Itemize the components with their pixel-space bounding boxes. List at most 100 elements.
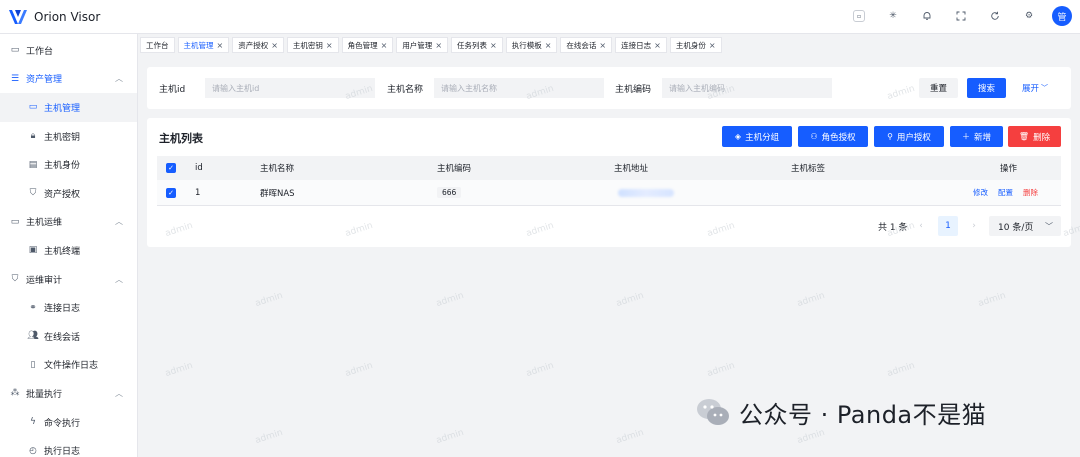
close-icon[interactable]: × — [654, 41, 661, 50]
lightning-icon: ϟ — [30, 417, 36, 428]
close-icon[interactable]: × — [545, 41, 552, 50]
col-code: 主机编码 — [437, 164, 472, 174]
sidebar-item-host-identity[interactable]: ▤ 主机身份 — [0, 150, 137, 179]
search-button[interactable]: 搜索 — [967, 78, 1006, 98]
sidebar-item-workbench[interactable]: ▭ 工作台 — [0, 36, 137, 65]
host-group-button[interactable]: ◈ 主机分组 — [722, 126, 792, 147]
watermark: admin — [435, 290, 466, 310]
row-id: 1 — [195, 187, 201, 198]
sidebar-group-batch[interactable]: ⁂ 批量执行 ︿ — [0, 379, 137, 408]
sidebar-item-terminal[interactable]: ▣ 主机终端 — [0, 236, 137, 265]
close-icon[interactable]: × — [326, 41, 333, 50]
sidebar-group-label: 主机运维 — [26, 218, 63, 229]
prev-page-button[interactable]: ‹ — [914, 216, 928, 236]
tab-workbench[interactable]: 工作台 — [140, 37, 175, 53]
row-checkbox[interactable]: ✓ — [166, 180, 176, 205]
tab-host-identity[interactable]: 主机身份 × — [669, 37, 722, 53]
tab-host-key[interactable]: 主机密钥 × — [286, 37, 339, 53]
tab-label: 主机身份 — [675, 40, 706, 50]
edit-link[interactable]: 修改 — [973, 187, 988, 198]
nodes-icon: ⁂ — [10, 388, 20, 399]
total-count: 共 1 条 — [878, 222, 908, 233]
tab-online-session[interactable]: 在线会话 × — [560, 37, 613, 53]
close-icon[interactable]: × — [217, 41, 224, 50]
reset-button[interactable]: 重置 — [919, 78, 958, 98]
host-name-input[interactable] — [434, 78, 604, 98]
host-code-input[interactable] — [662, 78, 832, 98]
sidebar-group-ops[interactable]: ▭ 主机运维 ︿ — [0, 208, 137, 237]
host-id-input[interactable] — [205, 78, 375, 98]
window-icon[interactable]: ▫ — [850, 7, 868, 25]
sidebar-item-label: 工作台 — [26, 46, 54, 57]
chevron-down-icon: ﹀ — [1041, 84, 1048, 92]
sidebar-item-connect-log[interactable]: ⚭ 连接日志 — [0, 293, 137, 322]
tab-connect-log[interactable]: 连接日志 × — [615, 37, 667, 53]
watermark: admin — [977, 290, 1008, 310]
tab-asset-auth[interactable]: 资产授权 × — [232, 37, 284, 53]
col-id: id — [195, 163, 203, 173]
watermark: admin — [254, 290, 285, 310]
role-auth-button[interactable]: ⚇ 角色授权 — [798, 126, 868, 147]
user-auth-button[interactable]: ⚲ 用户授权 — [874, 126, 944, 147]
next-page-button[interactable]: › — [967, 216, 981, 236]
tab-label: 工作台 — [146, 40, 169, 50]
sidebar-item-file-log[interactable]: ▯ 文件操作日志 — [0, 351, 137, 380]
sidebar-item-command-exec[interactable]: ϟ 命令执行 — [0, 408, 137, 437]
sidebar-item-host-manage[interactable]: ▭ 主机管理 — [0, 93, 137, 122]
shield-check-icon: ⛉ — [11, 274, 19, 285]
avatar[interactable]: 管 — [1052, 6, 1072, 26]
sidebar: ▭ 工作台 ☰ 资产管理 ︿ ▭ 主机管理 🔒︎ 主机密钥 ▤ 主机身份 ⛉ 资… — [0, 34, 138, 457]
page-1-button[interactable]: 1 — [938, 216, 958, 236]
sidebar-item-label: 连接日志 — [44, 304, 81, 315]
app-logo[interactable]: Orion Visor — [8, 9, 100, 25]
button-label: 角色授权 — [821, 132, 856, 143]
sidebar-item-label: 文件操作日志 — [44, 361, 99, 372]
close-icon[interactable]: × — [381, 41, 388, 50]
close-icon[interactable]: × — [599, 41, 606, 50]
gear-icon[interactable]: ⚙ — [1020, 7, 1038, 25]
sidebar-item-host-key[interactable]: 🔒︎ 主机密钥 — [0, 122, 137, 151]
col-ops: 操作 — [1000, 164, 1018, 174]
row-address-blurred — [618, 188, 674, 197]
tab-user-manage[interactable]: 用户管理 × — [396, 37, 449, 53]
table-header: ✓ id 主机名称 主机编码 主机地址 主机标签 操作 — [157, 156, 1061, 180]
sidebar-item-exec-log[interactable]: ◴ 执行日志 — [0, 436, 137, 457]
row-delete-link[interactable]: 删除 — [1023, 187, 1038, 198]
sidebar-item-label: 主机身份 — [44, 161, 81, 172]
sidebar-item-asset-auth[interactable]: ⛉ 资产授权 — [0, 179, 137, 208]
host-code-label: 主机编码 — [615, 85, 652, 95]
layers-icon: ◈ — [734, 132, 742, 141]
tab-host-manage[interactable]: 主机管理 × — [177, 37, 230, 53]
delete-button[interactable]: 🗑︎ 删除 — [1008, 126, 1061, 147]
fullscreen-icon[interactable] — [952, 7, 970, 25]
host-list-panel: 主机列表 ◈ 主机分组 ⚇ 角色授权 ⚲ 用户授权 ＋新增 🗑︎ 删除 ✓ id 主机名… — [147, 118, 1071, 247]
tab-label: 主机管理 — [183, 40, 214, 50]
bell-icon[interactable] — [918, 7, 936, 25]
sun-icon[interactable]: ✳ — [884, 7, 902, 25]
refresh-icon[interactable] — [986, 7, 1004, 25]
tab-label: 连接日志 — [621, 40, 652, 50]
tab-role-manage[interactable]: 角色管理 × — [341, 37, 394, 53]
expand-button[interactable]: 展开 ﹀ — [1015, 78, 1055, 98]
config-link[interactable]: 配置 — [998, 187, 1013, 198]
row-code: 666 — [437, 187, 462, 198]
close-icon[interactable]: × — [709, 41, 716, 50]
tab-task-list[interactable]: 任务列表 × — [451, 37, 503, 53]
select-all-checkbox[interactable]: ✓ — [166, 156, 176, 180]
close-icon[interactable]: × — [490, 41, 497, 50]
close-icon[interactable]: × — [271, 41, 278, 50]
sidebar-group-audit[interactable]: ⛉ 运维审计 ︿ — [0, 265, 137, 294]
wechat-account-text: 公众号 · Panda不是猫 — [739, 400, 987, 429]
sidebar-group-asset[interactable]: ☰ 资产管理 ︿ — [0, 65, 137, 94]
table-row[interactable]: ✓ 1 群晖NAS 666 修改 配置 删除 — [157, 180, 1061, 206]
chevron-up-icon: ︿ — [115, 74, 123, 84]
sidebar-item-label: 资产授权 — [44, 189, 81, 200]
tab-exec-template[interactable]: 执行模板 × — [505, 37, 558, 53]
watermark: admin — [525, 360, 556, 380]
check-icon: ✓ — [166, 163, 176, 173]
sidebar-item-label: 主机密钥 — [44, 132, 81, 143]
add-button[interactable]: ＋新增 — [950, 126, 1003, 147]
page-size-select[interactable]: 10 条/页 ﹀ — [989, 216, 1061, 236]
sidebar-item-online-session[interactable]: 👥︎ 在线会话 — [0, 322, 137, 351]
close-icon[interactable]: × — [435, 41, 442, 50]
